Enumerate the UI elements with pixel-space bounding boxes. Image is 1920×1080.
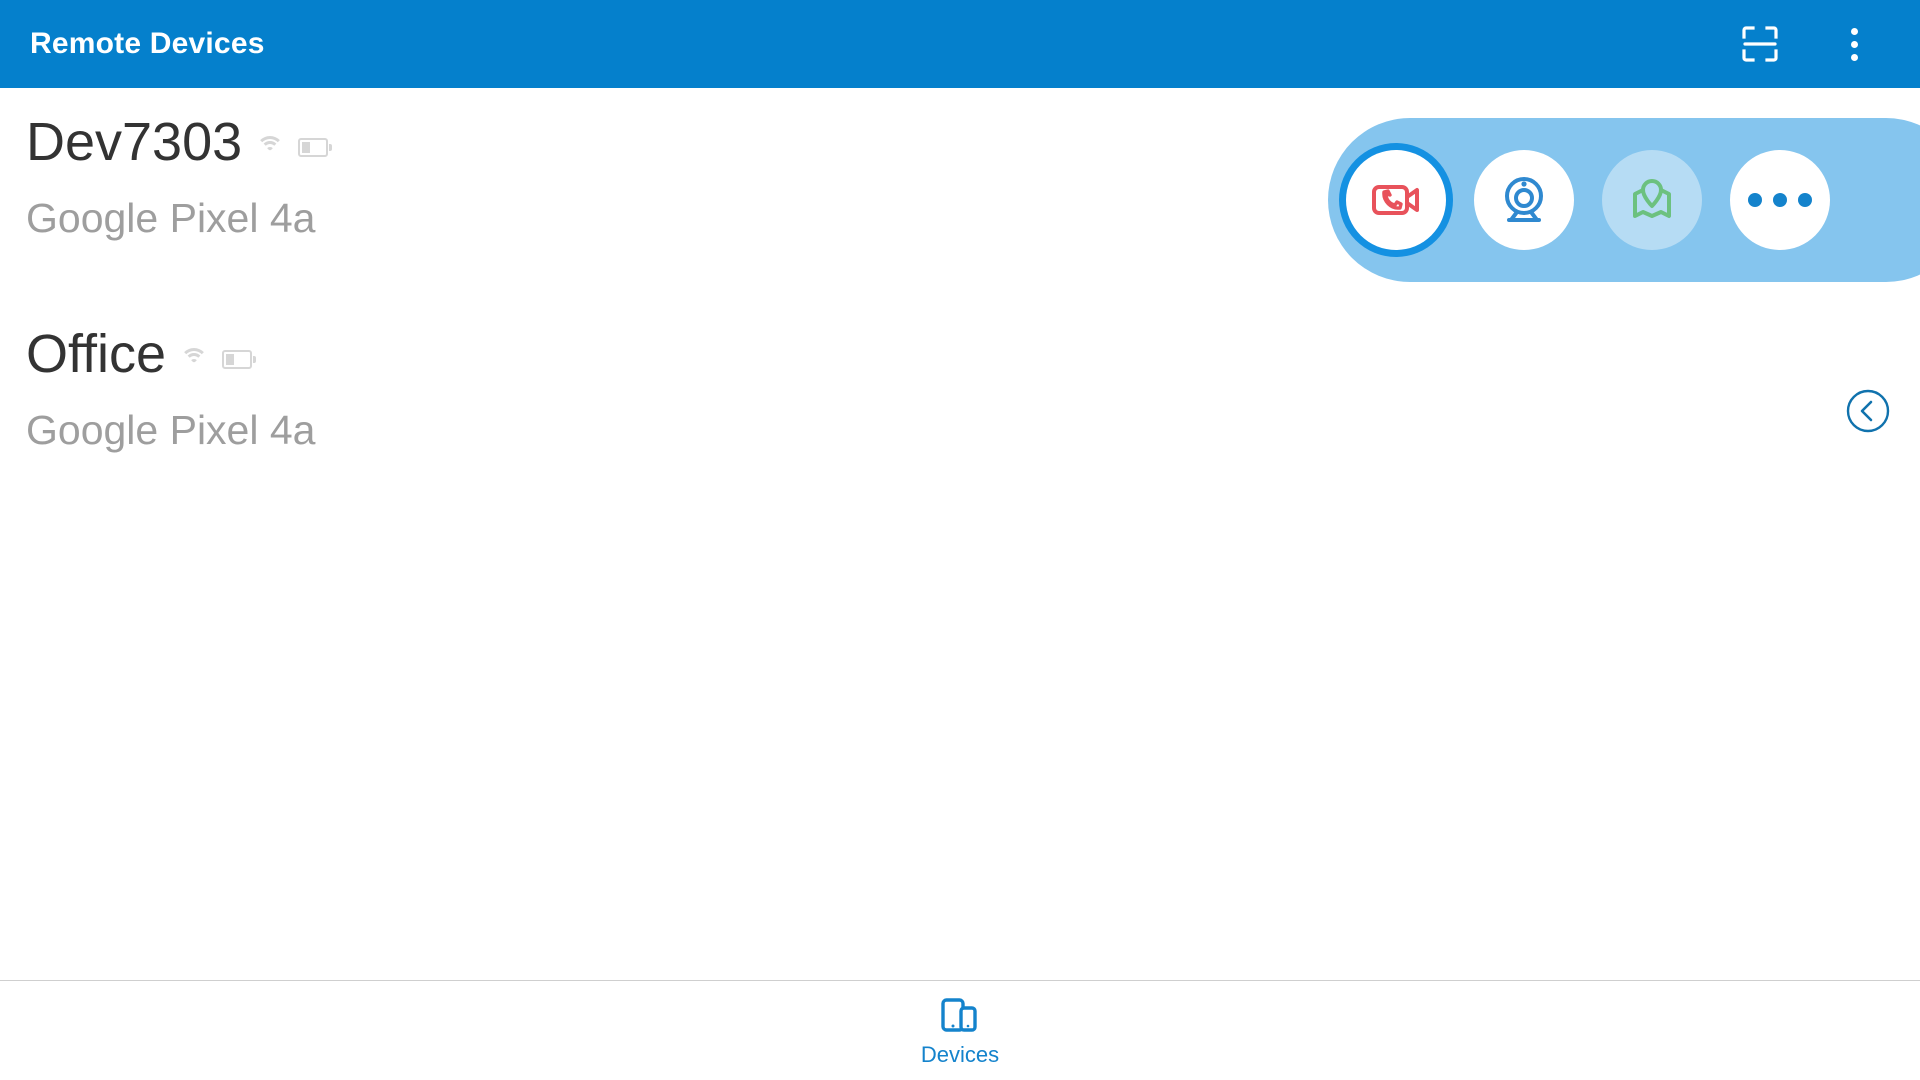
video-call-icon	[1372, 185, 1419, 215]
webcam-button[interactable]	[1474, 150, 1574, 250]
app-bar: Remote Devices	[0, 0, 1920, 88]
video-call-button[interactable]	[1346, 150, 1446, 250]
page-title: Remote Devices	[30, 27, 265, 60]
devices-icon	[941, 997, 977, 1032]
device-name: Dev7303	[26, 112, 243, 172]
more-actions-button[interactable]	[1730, 150, 1830, 250]
device-row[interactable]: Office Google Pixel 4a	[0, 300, 1920, 512]
scan-qr-icon	[1742, 26, 1778, 62]
overflow-menu-icon	[1850, 27, 1858, 61]
collapse-actions-button[interactable]	[1845, 388, 1891, 434]
device-status-icons	[180, 338, 257, 370]
scan-qr-button[interactable]	[1736, 20, 1784, 68]
nav-devices[interactable]: Devices	[921, 994, 999, 1068]
device-header: Office	[26, 326, 1920, 383]
app-root: Remote Devices Dev7303 Google Pixel 4a O…	[0, 0, 1920, 1080]
battery-low-icon	[222, 349, 257, 369]
nav-label: Devices	[920, 1041, 1000, 1067]
map-location-icon	[1633, 179, 1671, 218]
app-bar-actions	[1736, 20, 1878, 68]
device-name: Office	[26, 324, 167, 384]
wifi-icon	[180, 348, 209, 370]
wifi-icon	[256, 136, 285, 158]
chevron-left-circle-icon	[1846, 389, 1890, 433]
bottom-navigation: Devices	[0, 980, 1920, 1080]
map-location-button[interactable]	[1602, 150, 1702, 250]
overflow-menu-button[interactable]	[1830, 20, 1878, 68]
battery-low-icon	[298, 137, 333, 157]
webcam-icon	[1505, 177, 1543, 222]
device-model: Google Pixel 4a	[26, 406, 316, 453]
more-horizontal-icon	[1748, 193, 1812, 207]
device-status-icons	[256, 126, 333, 158]
device-action-pill	[1328, 118, 1920, 282]
